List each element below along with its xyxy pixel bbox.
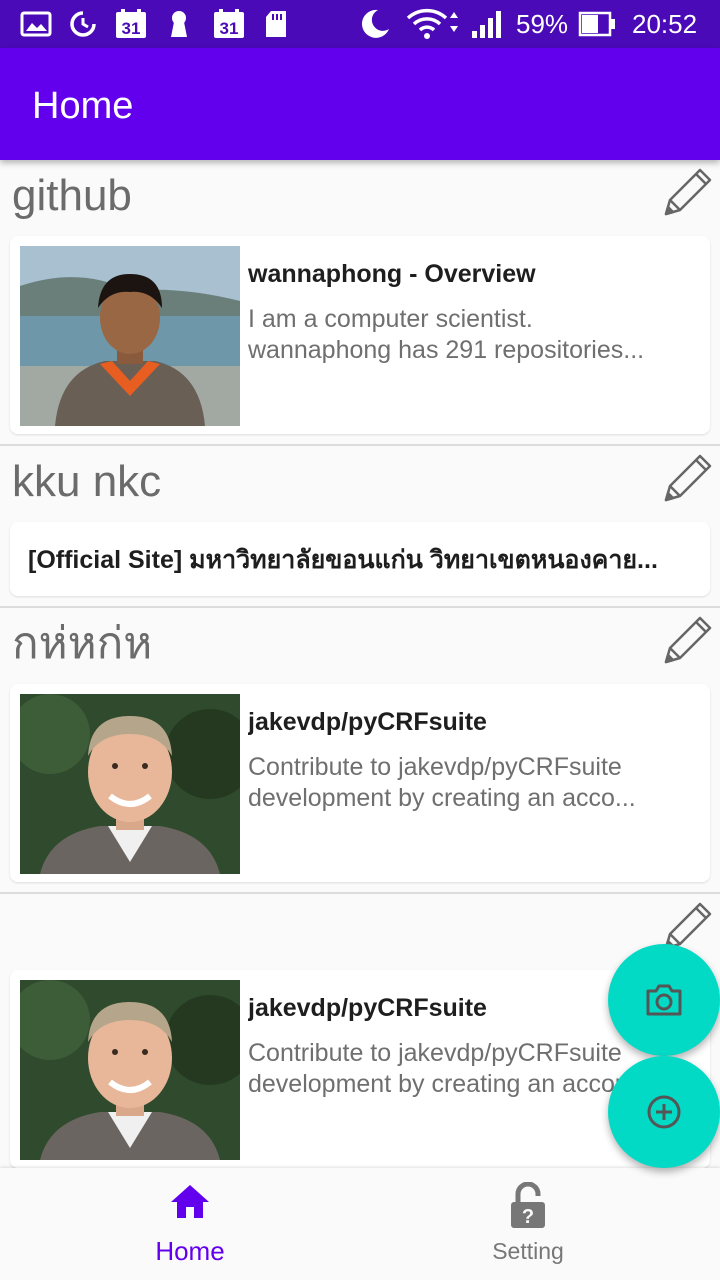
wifi-icon (406, 8, 460, 40)
card-description: Contribute to jakevdp/pyCRFsuite develop… (248, 752, 698, 814)
image-notification-icon (20, 8, 52, 40)
profile-photo-thumbnail (20, 694, 240, 874)
link-preview-card[interactable]: jakevdp/pyCRFsuite Contribute to jakevdp… (10, 970, 710, 1168)
card-description-line: wannaphong has 291 repositories... (248, 336, 645, 364)
svg-text:31: 31 (220, 19, 239, 38)
add-circle-icon (647, 1095, 681, 1129)
home-icon (168, 1182, 212, 1227)
cellular-signal-icon (470, 8, 506, 40)
nav-label-home: Home (155, 1236, 225, 1266)
keyhole-icon (168, 8, 190, 40)
edit-pencil-icon[interactable] (656, 612, 716, 672)
calendar-icon: 31 (212, 8, 246, 40)
link-preview-card[interactable]: jakevdp/pyCRFsuite Contribute to jakevdp… (10, 684, 710, 882)
calendar-icon: 31 (114, 8, 148, 40)
page-title: Home (32, 85, 134, 127)
list-item: github wannaphong - Overview I am a comp… (0, 160, 720, 446)
camera-icon (646, 984, 682, 1016)
status-bar: 31 31 59% 20:52 (0, 0, 720, 48)
card-title: wannaphong - Overview (248, 260, 536, 288)
do-not-disturb-moon-icon (358, 8, 392, 40)
card-title: [Official Site] มหาวิทยาลัยขอนแก่น วิทยา… (28, 546, 658, 574)
battery-percent: 59% (516, 9, 569, 39)
profile-photo-thumbnail (20, 246, 240, 426)
section-title: github (12, 171, 132, 220)
card-description: I am a computer scientist. wannaphong ha… (248, 304, 698, 366)
bottom-navigation: Home ? Setting (0, 1168, 720, 1280)
card-description-line: development by creating an acco... (248, 784, 636, 812)
nav-item-setting[interactable]: ? Setting (348, 1168, 708, 1280)
list-item: kku nkc [Official Site] มหาวิทยาลัยขอนแก… (0, 446, 720, 608)
app-bar: Home (0, 48, 720, 160)
nav-label-setting: Setting (492, 1238, 564, 1264)
camera-fab-button[interactable] (608, 944, 720, 1056)
edit-pencil-icon[interactable] (656, 450, 716, 510)
card-description-line: Contribute to jakevdp/pyCRFsuite (248, 753, 622, 781)
svg-text:31: 31 (122, 19, 141, 38)
nav-item-home[interactable]: Home (10, 1168, 370, 1280)
section-title: kku nkc (12, 457, 162, 506)
section-title: กห่หก่ห (12, 619, 153, 668)
add-fab-button[interactable] (608, 1056, 720, 1168)
sd-card-icon (264, 8, 288, 40)
data-saver-icon (68, 8, 98, 40)
edit-pencil-icon[interactable] (656, 164, 716, 224)
profile-photo-thumbnail (20, 980, 240, 1160)
clock-time: 20:52 (632, 9, 698, 39)
battery-icon (578, 8, 618, 40)
svg-text:?: ? (522, 1206, 534, 1228)
link-preview-card[interactable]: [Official Site] มหาวิทยาลัยขอนแก่น วิทยา… (10, 522, 710, 596)
card-description-line: I am a computer scientist. (248, 305, 533, 333)
list-item: กห่หก่ห jakevdp/pyCRFsuite Contribute to… (0, 608, 720, 894)
lock-question-icon: ? (508, 1181, 548, 1235)
card-title: jakevdp/pyCRFsuite (248, 708, 487, 736)
link-preview-card[interactable]: wannaphong - Overview I am a computer sc… (10, 236, 710, 434)
